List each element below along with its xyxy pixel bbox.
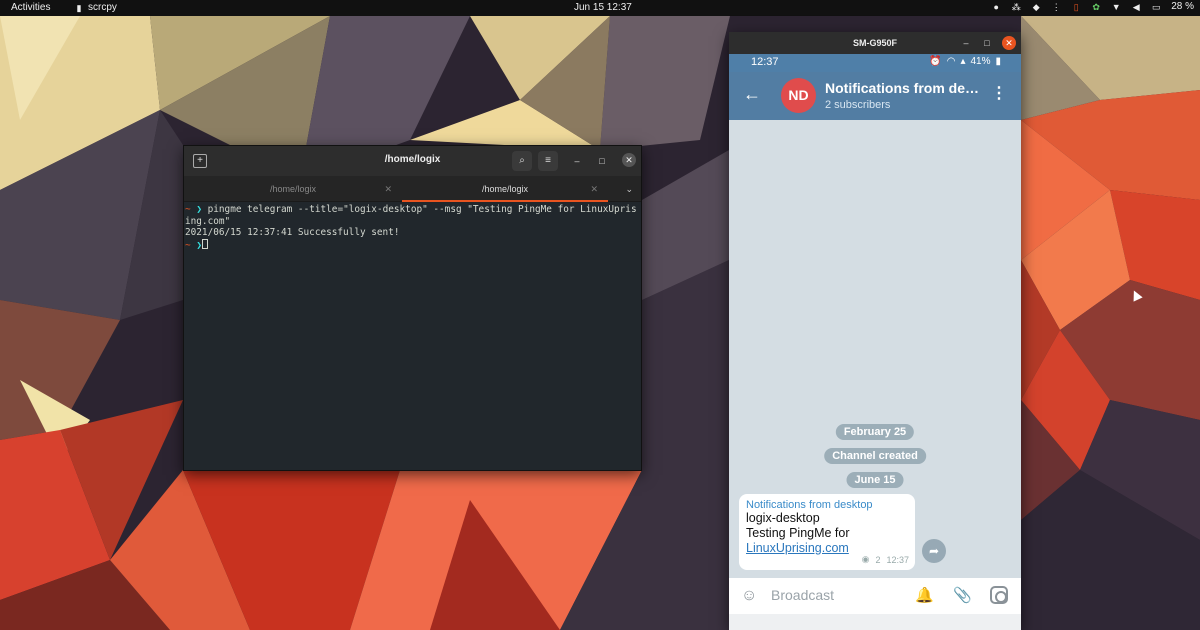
view-count: 2 [875,554,881,565]
activities-button[interactable]: Activities [11,2,50,13]
close-tab-icon[interactable]: ✕ [590,176,598,202]
message-title: logix-desktop [746,511,820,525]
terminal-output[interactable]: ~ ❯ pingme telegram --title="logix-deskt… [184,202,641,253]
hamburger-icon: ≡ [545,155,551,166]
maximize-button[interactable]: □ [980,36,994,50]
close-icon: ✕ [1005,38,1013,48]
menu-button[interactable]: ≡ [538,151,558,171]
compose-bar: ☺ Broadcast 🔔 📎 [729,578,1021,614]
command-line: pingme telegram --title="logix-desktop" … [185,204,637,227]
camera-icon[interactable] [990,586,1008,604]
text-cursor [201,238,208,249]
message-text: Testing PingMe for [746,526,850,540]
dropbox-icon[interactable]: ◆ [1031,2,1041,12]
service-message: Channel created [824,448,926,464]
terminal-tab[interactable]: /home/logix ✕ [184,176,402,202]
android-nav-bar [729,614,1021,630]
volume-icon[interactable]: ◀ [1131,2,1141,12]
android-icon: ▮ [76,2,82,13]
tab-label: /home/logix [481,184,529,194]
shield-icon[interactable]: ⁂ [1011,2,1021,12]
maximize-button[interactable]: □ [596,155,608,167]
system-tray[interactable]: ● ⁂ ◆ ⋮ ▯ ✿ ▼ ◀ ▭ 28 % [991,1,1194,12]
minimize-button[interactable]: – [571,155,583,167]
prompt-tilde: ~ [185,204,191,215]
extension-icon[interactable]: ✿ [1091,2,1101,12]
tab-list-chevron-icon[interactable]: ⌄ [625,176,633,202]
prompt-tilde: ~ [185,239,191,251]
battery-percent: 28 % [1171,1,1194,12]
terminal-window[interactable]: + /home/logix ⌕ ≡ – □ ✕ /home/logix ✕ /h… [183,145,642,471]
wifi-icon[interactable]: ▼ [1111,2,1121,12]
scrcpy-window[interactable]: SM-G950F – □ ✕ 12:37 ⏰ ◠ ▴ 41% ▮ ← ND No… [729,32,1021,630]
prompt-arrow: ❯ [196,204,202,215]
chat-area[interactable]: February 25 Channel created June 15 Noti… [729,120,1021,578]
alarm-icon: ⏰ [929,56,942,67]
grid-icon[interactable]: ⋮ [1051,2,1061,12]
avatar[interactable]: ND [781,78,816,113]
message-bubble[interactable]: Notifications from desktop logix-desktop… [739,494,915,570]
chat-icon[interactable]: ● [991,2,1001,12]
status-battery: 41% [970,56,991,67]
telegram-header: ← ND Notifications from desktop 2 subscr… [729,72,1021,120]
window-title: SM-G950F [852,38,897,48]
more-options-icon[interactable]: ⋮ [991,85,1007,103]
scrcpy-titlebar[interactable]: SM-G950F – □ ✕ [729,32,1021,54]
date-pill: June 15 [846,472,904,488]
wifi-icon: ◠ [946,56,956,67]
status-icons: ⏰ ◠ ▴ 41% ▮ [929,56,1001,67]
app-menu[interactable]: ▮ scrcpy [74,2,117,13]
command-output: 2021/06/15 12:37:41 Successfully sent! [185,227,400,238]
tab-label: /home/logix [269,184,317,194]
back-arrow-icon[interactable]: ← [743,84,761,104]
signal-icon: ▴ [960,56,966,67]
message-meta: ◉ 2 12:37 [862,554,909,565]
message-channel-name: Notifications from desktop [746,499,873,511]
broadcast-input[interactable]: Broadcast [771,587,834,603]
bell-icon[interactable]: 🔔 [915,586,934,604]
emoji-icon[interactable]: ☺ [741,587,759,605]
channel-name[interactable]: Notifications from desktop [825,80,985,96]
attach-icon[interactable]: 📎 [953,586,972,604]
close-tab-icon[interactable]: ✕ [384,176,392,202]
views-icon: ◉ [861,554,870,564]
close-button[interactable]: ✕ [1002,36,1016,50]
terminal-tabbar: /home/logix ✕ /home/logix ✕ ⌄ [184,176,641,202]
close-icon: ✕ [625,155,633,165]
battery-icon: ▮ [995,56,1001,67]
gnome-top-bar: Activities ▮ scrcpy Jun 15 12:37 ● ⁂ ◆ ⋮… [0,0,1200,16]
battery-icon[interactable]: ▭ [1151,2,1161,12]
close-button[interactable]: ✕ [622,153,636,167]
status-time: 12:37 [751,56,779,68]
minimize-button[interactable]: – [959,36,973,50]
android-status-bar: 12:37 ⏰ ◠ ▴ 41% ▮ [729,54,1021,72]
clock[interactable]: Jun 15 12:37 [574,2,632,13]
subscriber-count: 2 subscribers [825,99,891,111]
share-icon[interactable]: ➦ [922,539,946,563]
terminal-tab-active[interactable]: /home/logix ✕ [402,176,608,202]
app-menu-label: scrcpy [88,2,117,13]
terminal-headerbar[interactable]: + /home/logix ⌕ ≡ – □ ✕ [184,146,641,176]
search-button[interactable]: ⌕ [512,151,532,171]
message-time: 12:37 [886,554,909,565]
indicator-icon[interactable]: ▯ [1071,2,1081,12]
date-pill: February 25 [835,424,915,440]
search-icon: ⌕ [519,155,525,166]
